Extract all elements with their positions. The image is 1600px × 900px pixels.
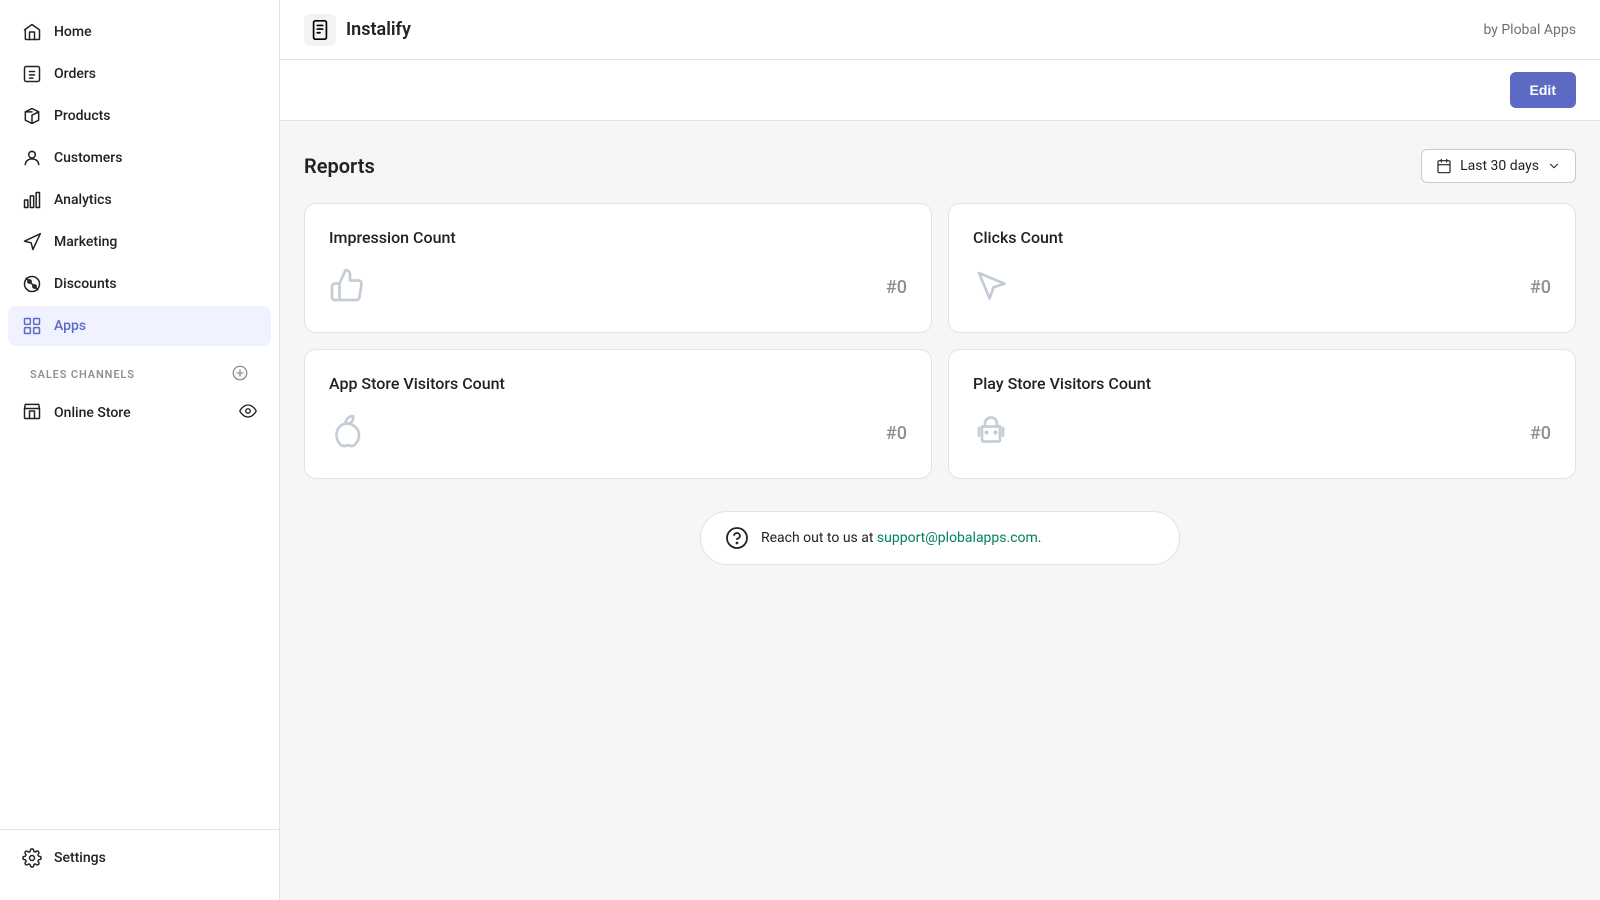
playstore-count-title: Play Store Visitors Count (973, 374, 1551, 393)
app-icon (304, 14, 336, 46)
sidebar-item-apps[interactable]: Apps (8, 306, 271, 346)
support-period: . (1038, 530, 1042, 546)
customers-icon (22, 148, 42, 168)
date-filter-label: Last 30 days (1460, 158, 1539, 174)
add-sales-channel-icon[interactable] (231, 364, 249, 385)
products-icon (22, 106, 42, 126)
cards-grid: Impression Count #0 Clicks Count #0 (304, 203, 1576, 479)
by-label: by Plobal Apps (1483, 22, 1576, 38)
support-email-link[interactable]: support@plobalapps.com (877, 530, 1038, 546)
appstore-count-title: App Store Visitors Count (329, 374, 907, 393)
sidebar-item-products[interactable]: Products (8, 96, 271, 136)
sidebar-nav: Home Orders Products Customers (0, 12, 279, 829)
apple-icon (329, 413, 365, 454)
online-store-icon (22, 401, 42, 425)
action-bar: Edit (280, 60, 1600, 121)
online-store-left: Online Store (22, 401, 131, 425)
impression-count-title: Impression Count (329, 228, 907, 247)
date-filter-button[interactable]: Last 30 days (1421, 149, 1576, 183)
sidebar-item-products-label: Products (54, 108, 111, 124)
impression-count-bottom: #0 (329, 267, 907, 308)
thumbsup-icon (329, 267, 365, 308)
sidebar-item-marketing[interactable]: Marketing (8, 222, 271, 262)
sales-channels-label: SALES CHANNELS (30, 368, 135, 381)
sidebar-item-analytics-label: Analytics (54, 192, 112, 208)
sidebar-item-apps-label: Apps (54, 318, 86, 334)
online-store-label: Online Store (54, 405, 131, 421)
playstore-count-card: Play Store Visitors Count #0 (948, 349, 1576, 479)
sidebar-item-orders[interactable]: Orders (8, 54, 271, 94)
reports-header: Reports Last 30 days (304, 149, 1576, 183)
sales-channels-section: SALES CHANNELS (8, 348, 271, 391)
calendar-icon (1436, 158, 1452, 174)
sidebar-item-online-store[interactable]: Online Store (8, 391, 271, 435)
chevron-down-icon (1547, 159, 1561, 173)
support-text: Reach out to us at (761, 530, 877, 546)
sidebar-bottom: Settings (0, 829, 279, 888)
analytics-icon (22, 190, 42, 210)
playstore-count-bottom: #0 (973, 413, 1551, 454)
orders-icon (22, 64, 42, 84)
settings-icon (22, 848, 42, 868)
sidebar-item-settings[interactable]: Settings (8, 838, 271, 878)
sidebar-item-analytics[interactable]: Analytics (8, 180, 271, 220)
settings-label: Settings (54, 850, 106, 866)
content-area: Reports Last 30 days Impression Count #0 (280, 121, 1600, 900)
clicks-count-title: Clicks Count (973, 228, 1551, 247)
appstore-count-bottom: #0 (329, 413, 907, 454)
clicks-count-value: #0 (1530, 277, 1551, 298)
eye-icon[interactable] (239, 402, 257, 424)
clicks-count-card: Clicks Count #0 (948, 203, 1576, 333)
support-message: Reach out to us at support@plobalapps.co… (761, 530, 1042, 546)
android-icon (973, 413, 1009, 454)
help-icon (725, 526, 749, 550)
sidebar-item-discounts-label: Discounts (54, 276, 117, 292)
reports-title: Reports (304, 154, 375, 178)
sidebar-item-home[interactable]: Home (8, 12, 271, 52)
discounts-icon (22, 274, 42, 294)
playstore-count-value: #0 (1530, 423, 1551, 444)
impression-count-value: #0 (886, 277, 907, 298)
cursor-icon (973, 267, 1009, 308)
sidebar-item-customers-label: Customers (54, 150, 122, 166)
app-title: Instalify (346, 19, 411, 40)
appstore-count-value: #0 (886, 423, 907, 444)
appstore-count-card: App Store Visitors Count #0 (304, 349, 932, 479)
impression-count-card: Impression Count #0 (304, 203, 932, 333)
sidebar-item-home-label: Home (54, 24, 92, 40)
sidebar-item-customers[interactable]: Customers (8, 138, 271, 178)
support-banner: Reach out to us at support@plobalapps.co… (700, 511, 1180, 565)
sidebar-item-marketing-label: Marketing (54, 234, 117, 250)
clicks-count-bottom: #0 (973, 267, 1551, 308)
marketing-icon (22, 232, 42, 252)
home-icon (22, 22, 42, 42)
topbar: Instalify by Plobal Apps (280, 0, 1600, 60)
sidebar: Home Orders Products Customers (0, 0, 280, 900)
apps-icon (22, 316, 42, 336)
edit-button[interactable]: Edit (1510, 72, 1576, 108)
topbar-left: Instalify (304, 14, 411, 46)
main-content: Instalify by Plobal Apps Edit Reports La… (280, 0, 1600, 900)
sidebar-item-discounts[interactable]: Discounts (8, 264, 271, 304)
sidebar-item-orders-label: Orders (54, 66, 96, 82)
